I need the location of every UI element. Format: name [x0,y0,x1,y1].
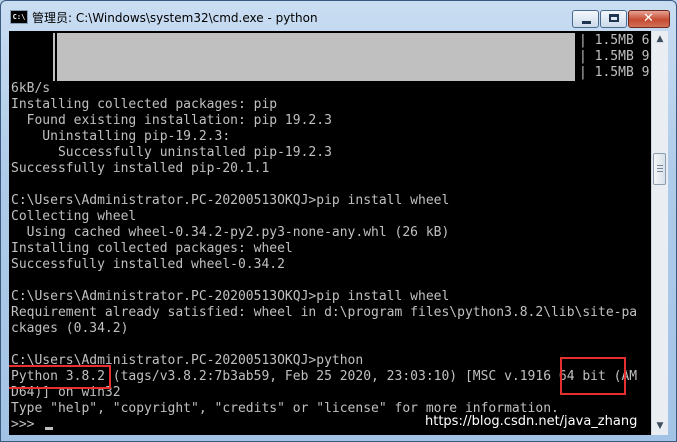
progress-bar-edge [53,49,55,65]
console-line: C:\Users\Administrator.PC-20200513OKQJ>p… [11,289,450,304]
progress-text: | 1.5MB 6. [579,33,651,48]
progress-bar [57,65,575,81]
cmd-window: C:\ 管理员: C:\Windows\system32\cmd.exe - p… [0,0,677,442]
watermark: https://blog.csdn.net/java_zhang [425,414,638,429]
console-line: Collecting wheel [11,209,137,224]
progress-bar [57,33,575,49]
progress-bar [57,49,575,65]
console-line: Successfully uninstalled pip-19.2.3 [11,145,332,160]
minimize-icon [582,21,591,24]
text-cursor [45,427,53,430]
progress-text: | 1.5MB 9. [579,65,651,80]
console-line: 6kB/s [11,81,51,96]
console-line: Found existing installation: pip 19.2.3 [11,113,332,128]
console-line: C:\Users\Administrator.PC-20200513OKQJ>p… [11,193,450,208]
console-line: Successfully installed pip-20.1.1 [11,161,270,176]
console-line: Successfully installed wheel-0.34.2 [11,257,285,272]
console-line: Uninstalling pip-19.2.3: [11,129,231,144]
console-line: Installing collected packages: pip [11,97,278,112]
bitness-highlight [560,357,626,395]
window-title: 管理员: C:\Windows\system32\cmd.exe - pytho… [32,11,318,25]
console-output[interactable]: | 1.5MB 6. | 1.5MB 9. | 1.5MB 9. 6kB/s I… [9,31,651,435]
close-button[interactable]: ✕ [628,10,670,28]
cmd-icon[interactable]: C:\ [10,10,28,24]
progress-bar-edge [53,33,55,49]
scrollbar-thumb[interactable] [653,153,666,185]
console-line: Installing collected packages: wheel [11,241,293,256]
scroll-down-icon[interactable]: ▼ [652,418,668,435]
scroll-up-icon[interactable]: ▲ [652,31,668,48]
console-line: Requirement already satisfied: wheel in … [11,305,638,320]
vertical-scrollbar[interactable]: ▲ ▼ [651,31,668,435]
maximize-icon [609,14,619,22]
console-line: ckages (0.34.2) [11,321,129,336]
progress-bar-edge [53,65,55,81]
progress-text: | 1.5MB 9. [579,49,651,64]
minimize-button[interactable] [572,10,599,28]
maximize-button[interactable] [600,10,627,28]
python-version-highlight [9,365,111,389]
title-bar[interactable]: C:\ 管理员: C:\Windows\system32\cmd.exe - p… [1,1,676,31]
close-icon: ✕ [643,11,654,26]
console-prompt[interactable]: >>> [11,417,42,433]
console-line: Using cached wheel-0.34.2-py2.py3-none-a… [11,225,450,240]
